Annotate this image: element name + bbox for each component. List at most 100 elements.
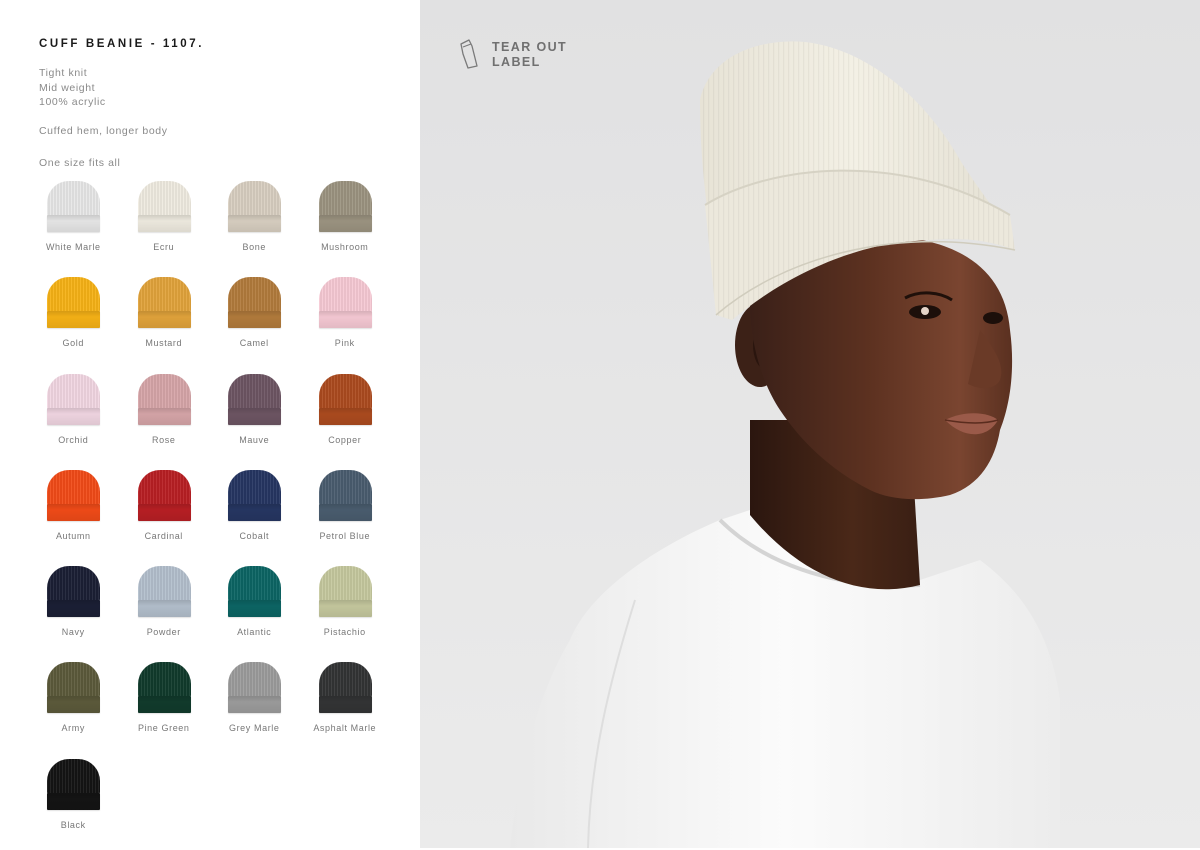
tear-out-label-text: TEAR OUT LABEL [492,40,567,70]
beanie-cuff [228,600,281,618]
beanie-crown [228,566,281,603]
color-swatch[interactable]: White Marle [28,176,119,272]
beanie-crown [137,373,191,410]
beanie-crown [228,277,281,314]
product-sizing: One size fits all [39,157,121,169]
beanie-icon [228,181,281,233]
color-swatch[interactable]: Copper [300,369,391,465]
label-line-2: LABEL [492,55,541,69]
beanie-crown [137,566,191,603]
beanie-crown [318,181,372,217]
beanie-crown [318,277,372,314]
beanie-cuff [137,696,191,714]
beanie-crown [47,758,100,795]
beanie-cuff [47,407,100,425]
beanie-crown [47,373,100,410]
beanie-icon [318,181,372,233]
swatch-color-name: Cardinal [144,530,183,541]
swatch-color-name: Petrol Blue [319,530,371,541]
swatch-color-name: Asphalt Marle [313,723,377,734]
beanie-icon [47,373,100,426]
beanie-cuff [47,503,100,521]
color-swatch[interactable]: Gold [28,272,119,368]
color-swatch[interactable]: Autumn [28,465,119,561]
spec-knit: Tight knit [39,67,88,79]
beanie-cuff [318,407,372,425]
color-swatch[interactable]: Cobalt [209,465,300,561]
spec-weight: Mid weight [39,81,96,94]
color-swatch[interactable]: Ecru [119,176,210,272]
color-swatch[interactable]: Camel [209,272,300,368]
color-swatch[interactable]: Cardinal [119,465,210,561]
beanie-crown [228,373,281,410]
tear-out-label-icon [460,39,478,69]
color-swatch[interactable]: Petrol Blue [300,465,391,561]
beanie-icon [318,373,372,426]
color-swatch[interactable]: Mustard [119,272,210,368]
beanie-cuff [137,503,191,521]
swatch-color-name: Camel [239,338,269,349]
color-swatch[interactable]: Orchid [28,369,119,465]
swatch-color-name: Black [60,819,86,830]
swatch-color-name: Atlantic [237,627,272,638]
swatch-color-name: Cobalt [239,530,270,541]
swatch-color-name: White Marle [45,242,101,252]
beanie-cuff [228,503,281,521]
swatch-color-name: Pistachio [323,627,366,638]
beanie-cuff [228,215,281,232]
beanie-icon [47,277,100,329]
beanie-cuff [47,311,100,329]
swatch-color-name: Army [61,723,85,734]
color-swatch[interactable]: Atlantic [209,561,300,657]
beanie-icon [318,277,372,329]
beanie-cuff [318,311,372,329]
beanie-icon [228,662,281,714]
color-swatch[interactable]: Black [28,754,119,850]
model-photo: TEAR OUT LABEL [420,0,1200,848]
swatch-color-name: Pine Green [137,723,190,734]
swatch-color-name: Copper [328,434,362,445]
beanie-cuff [47,696,100,714]
beanie-cuff [318,215,372,232]
product-details: Cuffed hem, longer body [39,125,168,137]
beanie-crown [47,566,100,603]
beanie-icon [228,373,281,426]
color-swatch[interactable]: Bone [209,176,300,272]
color-swatch[interactable]: Powder [119,561,210,657]
product-title: CUFF BEANIE - 1107. [39,38,205,50]
beanie-icon [47,662,100,714]
swatch-color-name: Grey Marle [228,723,280,734]
beanie-cuff [47,215,100,232]
model-image [420,0,1200,848]
swatch-color-name: Pink [334,338,355,349]
beanie-crown [318,373,372,410]
beanie-icon [137,662,191,714]
beanie-crown [228,469,281,506]
color-swatch[interactable]: Asphalt Marle [300,657,391,753]
color-swatch[interactable]: Mushroom [300,176,391,272]
beanie-crown [228,662,281,699]
color-swatch[interactable]: Navy [28,561,119,657]
product-info-panel: CUFF BEANIE - 1107. Tight knit Mid weigh… [0,0,420,848]
color-swatch[interactable]: Pink [300,272,391,368]
color-swatch[interactable]: Pine Green [119,657,210,753]
color-swatch[interactable]: Mauve [209,369,300,465]
color-swatch[interactable]: Grey Marle [209,657,300,753]
swatch-color-name: Autumn [55,530,91,541]
beanie-crown [228,181,281,217]
beanie-cuff [137,407,191,425]
color-swatch[interactable]: Army [28,657,119,753]
color-swatch[interactable]: Pistachio [300,561,391,657]
label-line-1: TEAR OUT [492,40,568,54]
beanie-icon [318,566,372,618]
beanie-crown [47,469,100,506]
beanie-crown [47,277,100,314]
color-swatch[interactable]: Rose [119,369,210,465]
swatch-color-name: Gold [62,338,84,349]
beanie-cuff [137,600,191,618]
beanie-icon [137,373,191,426]
color-swatch-grid: White Marle Ecru Bone Mushroom Gold Mustard Ca… [28,176,398,850]
swatch-color-name: Navy [61,627,85,638]
beanie-crown [318,566,372,603]
beanie-icon [137,181,191,233]
